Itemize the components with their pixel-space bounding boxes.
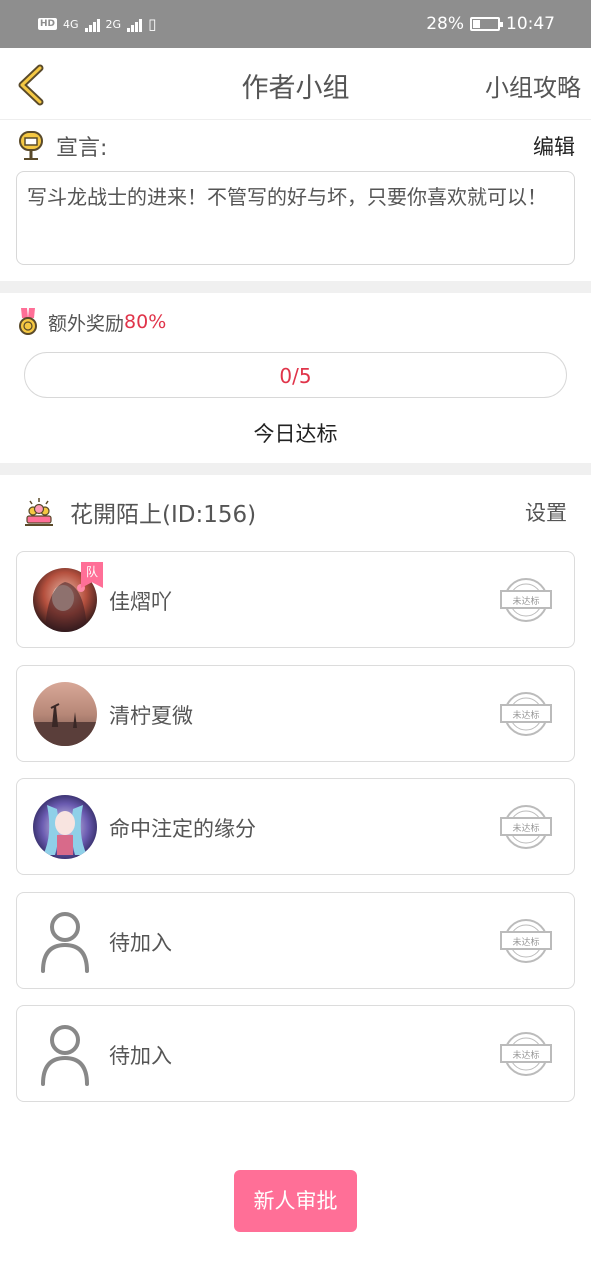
team-icon [25, 498, 53, 526]
not-qualified-stamp-icon: 未达标 [500, 1032, 552, 1076]
mailbox-icon [19, 131, 43, 160]
progress-caption: 今日达标 [253, 422, 338, 446]
member-name: 待加入 [109, 931, 172, 955]
vibrate-icon: ▯ [148, 15, 157, 33]
reward-percent: 80% [124, 311, 167, 333]
battery-percent: 28% [426, 14, 464, 34]
manifesto-text: 写斗龙战士的进来！不管写的好与坏，只要你喜欢就可以！ [16, 171, 575, 265]
svg-text:未达标: 未达标 [512, 822, 539, 834]
svg-text:未达标: 未达标 [512, 595, 539, 607]
signal-icon [127, 16, 143, 32]
member-name: 命中注定的缘分 [109, 817, 256, 841]
status-bar: HD 4G 2G ▯ 28% 10:47 [0, 0, 591, 48]
manifesto-label: 宣言: [56, 136, 108, 161]
new-member-approval-button[interactable]: 新人审批 [234, 1170, 357, 1232]
member-card[interactable]: 待加入 未达标 [16, 892, 575, 989]
extra-reward: 额外奖励 80% [18, 306, 166, 338]
not-qualified-stamp-icon: 未达标 [500, 692, 552, 736]
group-settings-button[interactable]: 设置 [525, 497, 567, 527]
edit-manifesto-button[interactable]: 编辑 [533, 131, 575, 161]
daily-progress-bar: 0/5 [24, 352, 567, 398]
member-name: 待加入 [109, 1044, 172, 1068]
svg-text:未达标: 未达标 [512, 1049, 539, 1061]
svg-text:未达标: 未达标 [512, 936, 539, 948]
member-name: 清柠夏微 [109, 704, 193, 728]
network-type-1: 4G [63, 17, 79, 31]
member-card[interactable]: 命中注定的缘分 未达标 [16, 778, 575, 875]
network-type-2: 2G [105, 17, 122, 31]
svg-text:未达标: 未达标 [512, 709, 539, 721]
clock: 10:47 [506, 14, 555, 34]
section-divider [0, 463, 591, 475]
not-qualified-stamp-icon: 未达标 [500, 578, 552, 622]
status-right: 28% 10:47 [426, 14, 555, 34]
nav-bar: 作者小组 小组攻略 [0, 48, 591, 120]
group-strategy-link[interactable]: 小组攻略 [485, 68, 581, 103]
medal-icon [19, 308, 37, 335]
avatar [33, 682, 97, 746]
member-name: 佳熠吖 [109, 590, 172, 614]
status-indicators: HD 4G 2G ▯ [38, 15, 156, 33]
battery-icon [470, 17, 503, 31]
manifesto-header: 宣言: 编辑 [18, 128, 575, 164]
member-card[interactable]: 清柠夏微 未达标 [16, 665, 575, 762]
reward-label: 额外奖励 [48, 312, 125, 335]
avatar [33, 795, 97, 859]
progress-text: 0/5 [279, 364, 312, 388]
hd-icon: HD [38, 18, 58, 30]
person-placeholder-icon [33, 1022, 97, 1086]
group-header: 花開陌上(ID:156) 设置 [24, 494, 567, 530]
not-qualified-stamp-icon: 未达标 [500, 919, 552, 963]
person-placeholder-icon [33, 909, 97, 973]
not-qualified-stamp-icon: 未达标 [500, 805, 552, 849]
section-divider [0, 281, 591, 293]
member-card[interactable]: 队 佳熠吖 未达标 [16, 551, 575, 648]
member-card[interactable]: 待加入 未达标 [16, 1005, 575, 1102]
signal-icon [84, 16, 100, 32]
group-name: 花開陌上(ID:156) [70, 502, 257, 528]
